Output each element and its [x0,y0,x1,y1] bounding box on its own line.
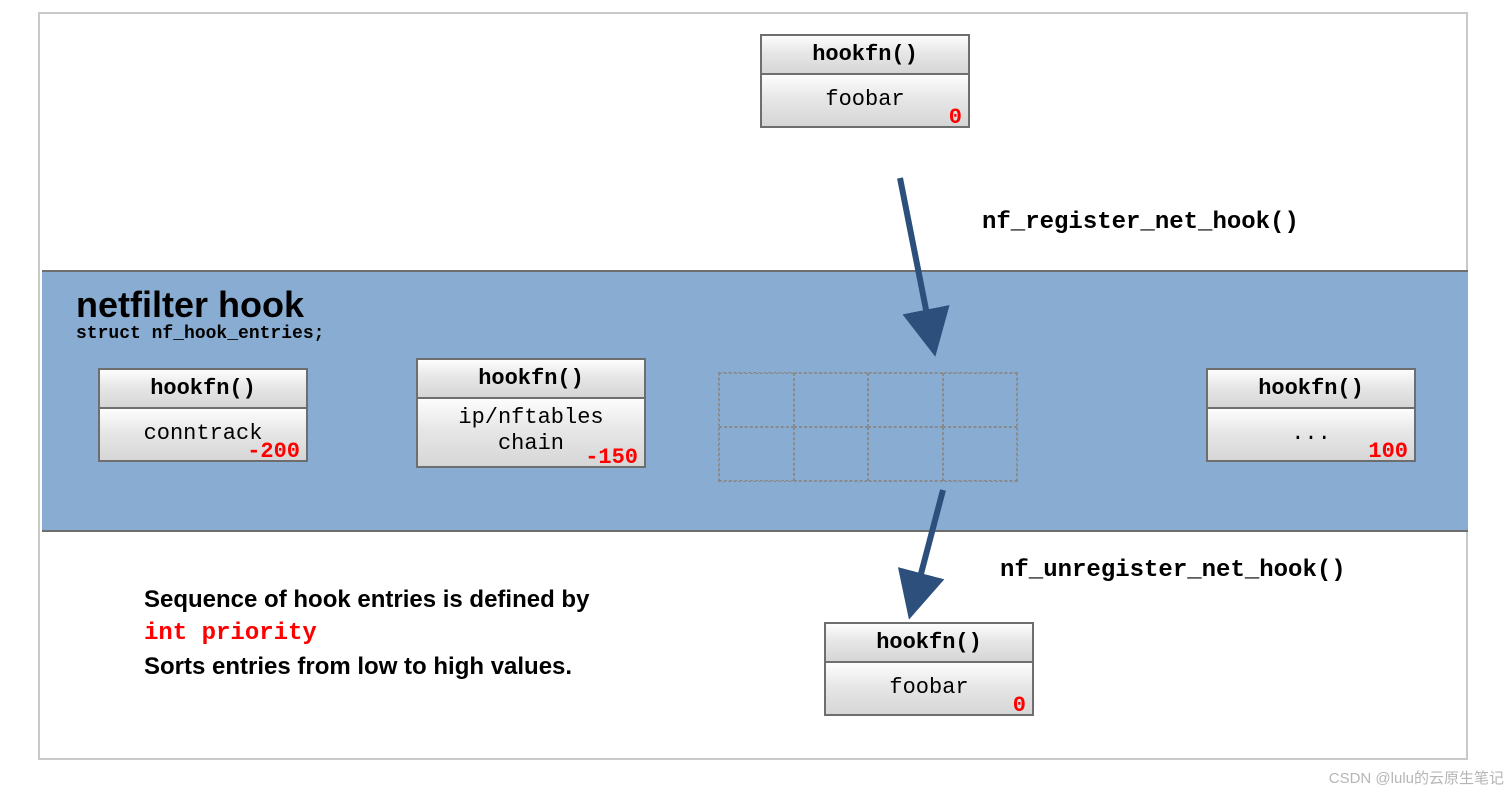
hookfn-body: foobar [762,75,968,126]
slot-cell [943,427,1018,481]
bluebar-subtitle: struct nf_hook_entries; [76,324,324,344]
hookfn-priority: 100 [1368,439,1408,464]
slot-cell [868,427,943,481]
hookfn-header: hookfn() [1208,370,1414,409]
hookfn-box-top: hookfn() foobar 0 [760,34,970,128]
register-fn-label: nf_register_net_hook() [982,209,1299,236]
sequence-text: Sequence of hook entries is defined by i… [144,584,589,683]
hookfn-header: hookfn() [100,370,306,409]
hookfn-box-etc: hookfn() ... 100 [1206,368,1416,462]
sequence-line2: int priority [144,620,317,647]
hookfn-priority: 0 [1013,693,1026,718]
hookfn-header: hookfn() [418,360,644,399]
watermark: CSDN @lulu的云原生笔记 [1329,767,1504,788]
hookfn-body: foobar [826,663,1032,714]
slot-cell [719,373,794,427]
bluebar-title: netfilter hook [76,284,304,326]
unregister-fn-label: nf_unregister_net_hook() [1000,557,1346,584]
slot-cell [794,373,869,427]
sequence-line3: Sorts entries from low to high values. [144,653,572,680]
netfilter-hook-bar: netfilter hook struct nf_hook_entries; h… [42,270,1468,532]
sequence-line1: Sequence of hook entries is defined by [144,586,589,613]
hookfn-priority: -200 [247,439,300,464]
hookfn-box-conntrack: hookfn() conntrack -200 [98,368,308,462]
diagram-frame: hookfn() foobar 0 nf_register_net_hook()… [38,12,1468,760]
hookfn-priority: 0 [949,105,962,130]
empty-slot-grid [718,372,1018,482]
hookfn-header: hookfn() [826,624,1032,663]
hookfn-header: hookfn() [762,36,968,75]
slot-cell [868,373,943,427]
slot-cell [943,373,1018,427]
hookfn-box-nftables: hookfn() ip/nftables chain -150 [416,358,646,468]
slot-cell [794,427,869,481]
slot-cell [719,427,794,481]
hookfn-box-bottom: hookfn() foobar 0 [824,622,1034,716]
hookfn-priority: -150 [585,445,638,470]
